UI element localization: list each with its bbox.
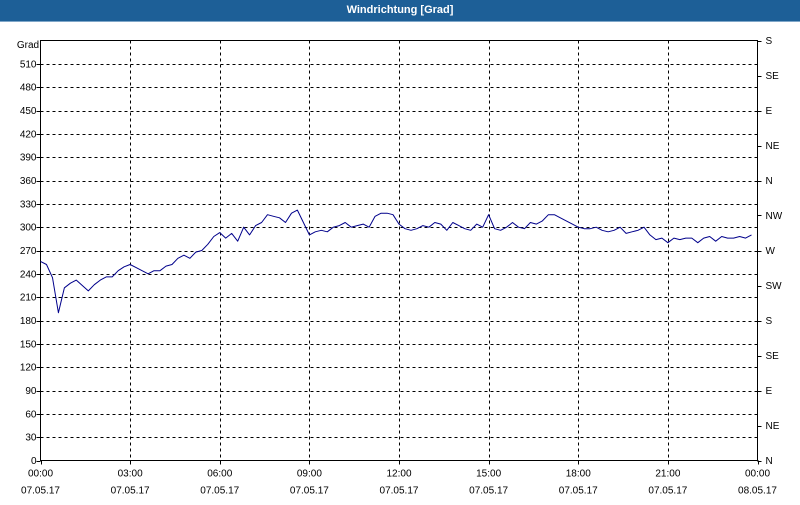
y-tick-label: 480: [20, 83, 37, 94]
x-tick-date: 07.05.17: [290, 486, 329, 497]
compass-tick-label: NW: [766, 211, 783, 222]
compass-tick-label: SW: [766, 281, 783, 292]
chart-area: 0 30 60 90 120 150 180 210 240 270 300 330 360 390 420…: [0, 22, 800, 500]
x-tick-time: 18:00: [566, 469, 591, 480]
y-tick-label: 450: [20, 106, 37, 117]
y-tick-label: 360: [20, 176, 37, 187]
compass-tick-label: NE: [766, 141, 780, 152]
x-tick-date: 08.05.17: [738, 486, 777, 497]
y-tick-label: 330: [20, 199, 37, 210]
y-tick-label: 240: [20, 269, 37, 280]
x-tick-time: 06:00: [207, 469, 232, 480]
compass-tick-label: E: [766, 386, 773, 397]
compass-tick-label: N: [766, 456, 773, 467]
compass-axis-ticks: N NE E SE S SW W NW N NE E SE S: [757, 36, 783, 467]
compass-tick-label: SE: [766, 71, 780, 82]
compass-tick-label: W: [766, 246, 776, 257]
y-tick-label: 60: [25, 409, 37, 420]
y-tick-label: 300: [20, 223, 37, 234]
y-tick-label: 30: [25, 433, 37, 444]
x-tick-date: 07.05.17: [559, 486, 598, 497]
y-tick-label: 150: [20, 339, 37, 350]
compass-tick-label: SE: [766, 351, 780, 362]
y-tick-label: 270: [20, 246, 37, 257]
y-tick-label: 0: [31, 456, 37, 467]
compass-tick-label: S: [766, 316, 773, 327]
y-tick-label: 180: [20, 316, 37, 327]
x-tick-time: 03:00: [118, 469, 143, 480]
grid-lines: [40, 40, 758, 461]
x-tick-time: 15:00: [476, 469, 501, 480]
y-axis-ticks: 0 30 60 90 120 150 180 210 240 270 300 330 360 390 420…: [20, 59, 41, 467]
x-tick-date: 07.05.17: [111, 486, 150, 497]
y-tick-label: 210: [20, 293, 37, 304]
y-tick-label: 420: [20, 129, 37, 140]
x-axis-ticks: 00:00 07.05.17 03:00 07.05.17 06:00 07.05.17 0…: [21, 460, 777, 497]
y-tick-label: 90: [25, 386, 37, 397]
x-tick-date: 07.05.17: [200, 486, 239, 497]
y-tick-label: 120: [20, 363, 37, 374]
y-axis-label: Grad: [17, 40, 39, 51]
x-tick-time: 21:00: [655, 469, 680, 480]
compass-tick-label: N: [766, 176, 773, 187]
y-tick-label: 390: [20, 153, 37, 164]
x-tick-date: 07.05.17: [469, 486, 508, 497]
x-tick-date: 07.05.17: [648, 486, 687, 497]
x-tick-date: 07.05.17: [21, 486, 60, 497]
chart-title: Windrichtung [Grad]: [0, 0, 800, 22]
x-tick-time: 00:00: [28, 469, 53, 480]
compass-tick-label: S: [766, 36, 773, 47]
x-tick-date: 07.05.17: [380, 486, 419, 497]
x-tick-time: 00:00: [745, 469, 770, 480]
x-tick-time: 12:00: [386, 469, 411, 480]
y-tick-label: 510: [20, 59, 37, 70]
line-chart: 0 30 60 90 120 150 180 210 240 270 300 330 360 390 420…: [17, 36, 783, 497]
compass-tick-label: E: [766, 106, 773, 117]
compass-tick-label: NE: [766, 421, 780, 432]
x-tick-time: 09:00: [297, 469, 322, 480]
